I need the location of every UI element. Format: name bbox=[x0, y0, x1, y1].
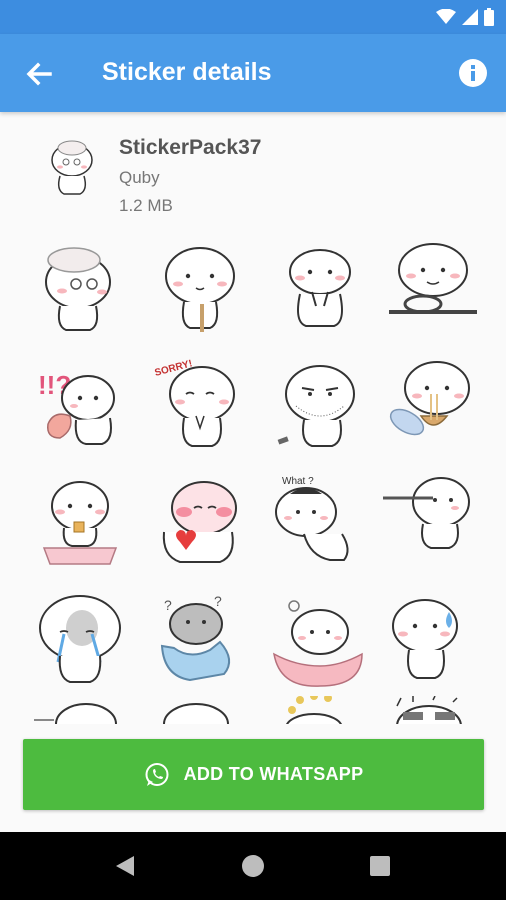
wifi-icon bbox=[436, 9, 456, 24]
arrow-left-icon bbox=[26, 62, 52, 86]
svg-text:?: ? bbox=[164, 597, 172, 613]
navigation-bar bbox=[0, 832, 506, 900]
tray-icon bbox=[46, 138, 98, 198]
sticker-scale-quby[interactable] bbox=[30, 472, 130, 572]
sticker-pink-cushion-quby[interactable] bbox=[270, 590, 370, 690]
sticker-driving-quby[interactable] bbox=[383, 236, 483, 336]
sticker-grid: !!? SORRY! What ? ? ? bbox=[0, 236, 506, 724]
sticker-noodle-quby[interactable] bbox=[383, 354, 483, 454]
page-title: Sticker details bbox=[102, 58, 272, 86]
sticker-long-nose-quby[interactable] bbox=[383, 472, 483, 572]
info-button[interactable] bbox=[458, 58, 488, 88]
pack-size: 1.2 MB bbox=[119, 196, 173, 215]
pack-header: StickerPack37 Quby 1.2 MB bbox=[0, 126, 506, 226]
sticker-partial-3[interactable] bbox=[270, 692, 370, 724]
svg-text:?: ? bbox=[214, 593, 222, 609]
back-button[interactable] bbox=[22, 57, 56, 91]
add-to-whatsapp-button[interactable]: ADD TO WHATSAPP bbox=[23, 739, 484, 810]
sticker-granny-quby[interactable] bbox=[30, 236, 130, 336]
pack-name: StickerPack37 bbox=[119, 136, 262, 159]
sticker-cheer-quby[interactable] bbox=[270, 236, 370, 336]
sticker-heart-quby[interactable] bbox=[150, 472, 250, 572]
sticker-partial-2[interactable] bbox=[150, 696, 250, 724]
back-triangle-icon[interactable] bbox=[114, 854, 136, 878]
sticker-what-quby[interactable]: What ? bbox=[270, 472, 370, 572]
sticker-partial-1[interactable] bbox=[30, 696, 130, 724]
sticker-what-label: What ? bbox=[282, 476, 314, 487]
sticker-crying-quby[interactable] bbox=[30, 590, 130, 690]
sticker-confused-quby[interactable]: ? ? bbox=[150, 590, 250, 690]
signal-icon bbox=[462, 9, 478, 25]
whatsapp-icon bbox=[145, 762, 169, 786]
status-bar bbox=[0, 0, 506, 34]
app-bar: Sticker details bbox=[0, 34, 506, 112]
add-to-whatsapp-label: ADD TO WHATSAPP bbox=[183, 764, 364, 784]
recents-square-icon[interactable] bbox=[369, 855, 391, 877]
sticker-bearded-quby[interactable] bbox=[270, 354, 370, 454]
pack-publisher: Quby bbox=[119, 168, 160, 187]
info-icon bbox=[459, 59, 487, 87]
home-circle-icon[interactable] bbox=[241, 854, 265, 878]
sticker-sorry-quby[interactable]: SORRY! bbox=[150, 354, 250, 454]
battery-icon bbox=[484, 8, 494, 26]
sticker-surprised-quby[interactable]: !!? bbox=[30, 354, 130, 454]
sticker-partial-4[interactable] bbox=[383, 695, 483, 724]
sticker-thinking-quby[interactable] bbox=[150, 236, 250, 336]
sticker-sweat-quby[interactable] bbox=[383, 590, 483, 690]
